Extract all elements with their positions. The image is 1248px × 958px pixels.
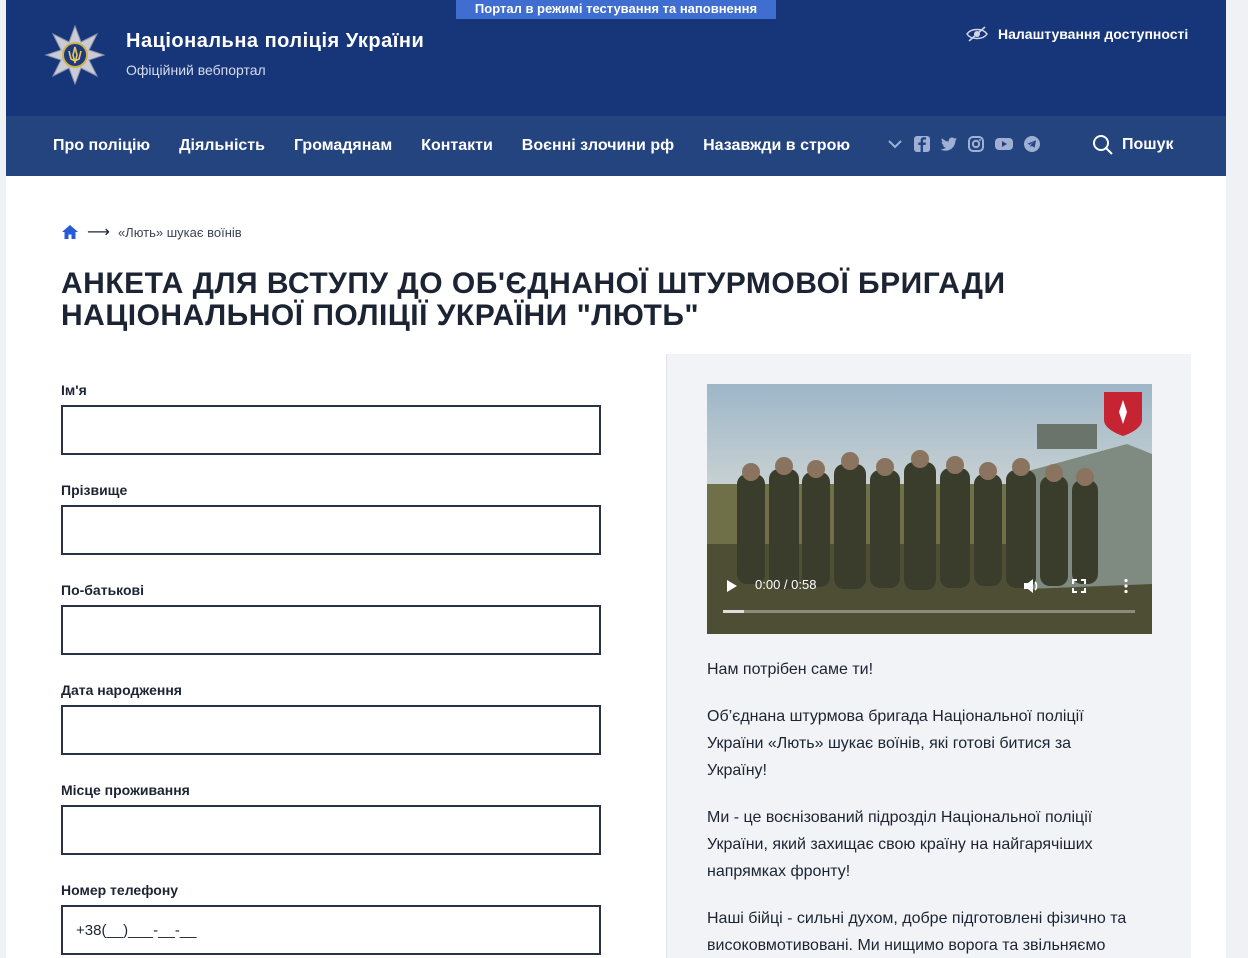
panel-paragraph: Об’єднана штурмова бригада Національної … [707,708,1084,779]
page-title: АНКЕТА ДЛЯ ВСТУПУ ДО ОБ'ЄДНАНОЇ ШТУРМОВО… [61,267,1006,332]
fullscreen-icon[interactable] [1072,579,1086,593]
page: Портал в режимі тестування та наповнення… [6,0,1226,958]
video-frame-image [707,384,1152,634]
youtube-icon[interactable] [994,135,1014,153]
birth-date-input[interactable] [61,705,601,755]
facebook-icon[interactable] [913,135,931,153]
info-panel: 0:00 / 0:58 Нам потрібен саме ти! Об’єдн… [666,354,1191,958]
accessibility-settings-button[interactable]: Налаштування доступності [966,26,1188,42]
nav-item-forever-in-service[interactable]: Назавжди в строю [703,137,850,155]
video-player[interactable]: 0:00 / 0:58 [707,384,1152,634]
video-time: 0:00 / 0:58 [755,577,817,592]
search-button[interactable]: Пошук [1092,134,1174,156]
phone-label: Номер телефону [61,882,179,898]
last-name-label: Прізвище [61,482,128,498]
chevron-down-icon[interactable] [886,135,904,153]
nav-item-about-police[interactable]: Про поліцію [53,137,150,155]
birth-date-label: Дата народження [61,682,182,698]
site-title[interactable]: Національна поліція України [126,30,424,53]
search-icon [1093,135,1113,155]
panel-paragraph: Наші бійці - сильні духом, добре підгото… [707,910,1127,954]
breadcrumb-current: «Лють» шукає воїнів [117,224,242,240]
patronymic-input[interactable] [61,605,601,655]
panel-paragraph: Ми - це воєнізований підрозділ Національ… [707,809,1093,880]
more-options-icon[interactable] [1122,578,1130,594]
video-progress-track[interactable] [723,610,1135,613]
accessibility-label: Налаштування доступності [998,26,1189,42]
instagram-icon[interactable] [967,135,985,153]
test-mode-banner: Портал в режимі тестування та наповнення [456,0,776,19]
nav-item-activity[interactable]: Діяльність [179,137,265,155]
breadcrumb-arrow-icon: ⟶ [87,224,110,241]
home-icon[interactable] [61,224,79,240]
telegram-icon[interactable] [1023,135,1041,153]
phone-input[interactable] [61,905,601,955]
volume-icon[interactable] [1023,578,1041,594]
nav-menu: Про поліцію Діяльність Громадянам Контак… [53,116,850,176]
first-name-label: Ім'я [61,382,87,398]
site-subtitle: Офіційний вебпортал [126,62,266,78]
last-name-input[interactable] [61,505,601,555]
play-icon[interactable] [725,579,739,593]
residence-input[interactable] [61,805,601,855]
social-icons [886,135,1041,153]
accessibility-icon [966,26,988,42]
main-nav: Про поліцію Діяльність Громадянам Контак… [6,116,1226,176]
breadcrumb: ⟶ «Лють» шукає воїнів [61,222,242,242]
nav-item-contacts[interactable]: Контакти [421,137,493,155]
first-name-input[interactable] [61,405,601,455]
nav-item-citizens[interactable]: Громадянам [294,137,392,155]
site-header: Портал в режимі тестування та наповнення… [6,0,1226,116]
video-progress-fill [723,610,744,613]
nav-item-war-crimes[interactable]: Воєнні злочини рф [522,137,674,155]
twitter-icon[interactable] [940,135,958,153]
police-emblem-icon[interactable] [44,24,106,86]
panel-paragraph: Нам потрібен саме ти! [707,661,874,678]
patronymic-label: По-батькові [61,582,145,598]
residence-label: Місце проживання [61,782,190,798]
search-label: Пошук [1122,136,1174,153]
